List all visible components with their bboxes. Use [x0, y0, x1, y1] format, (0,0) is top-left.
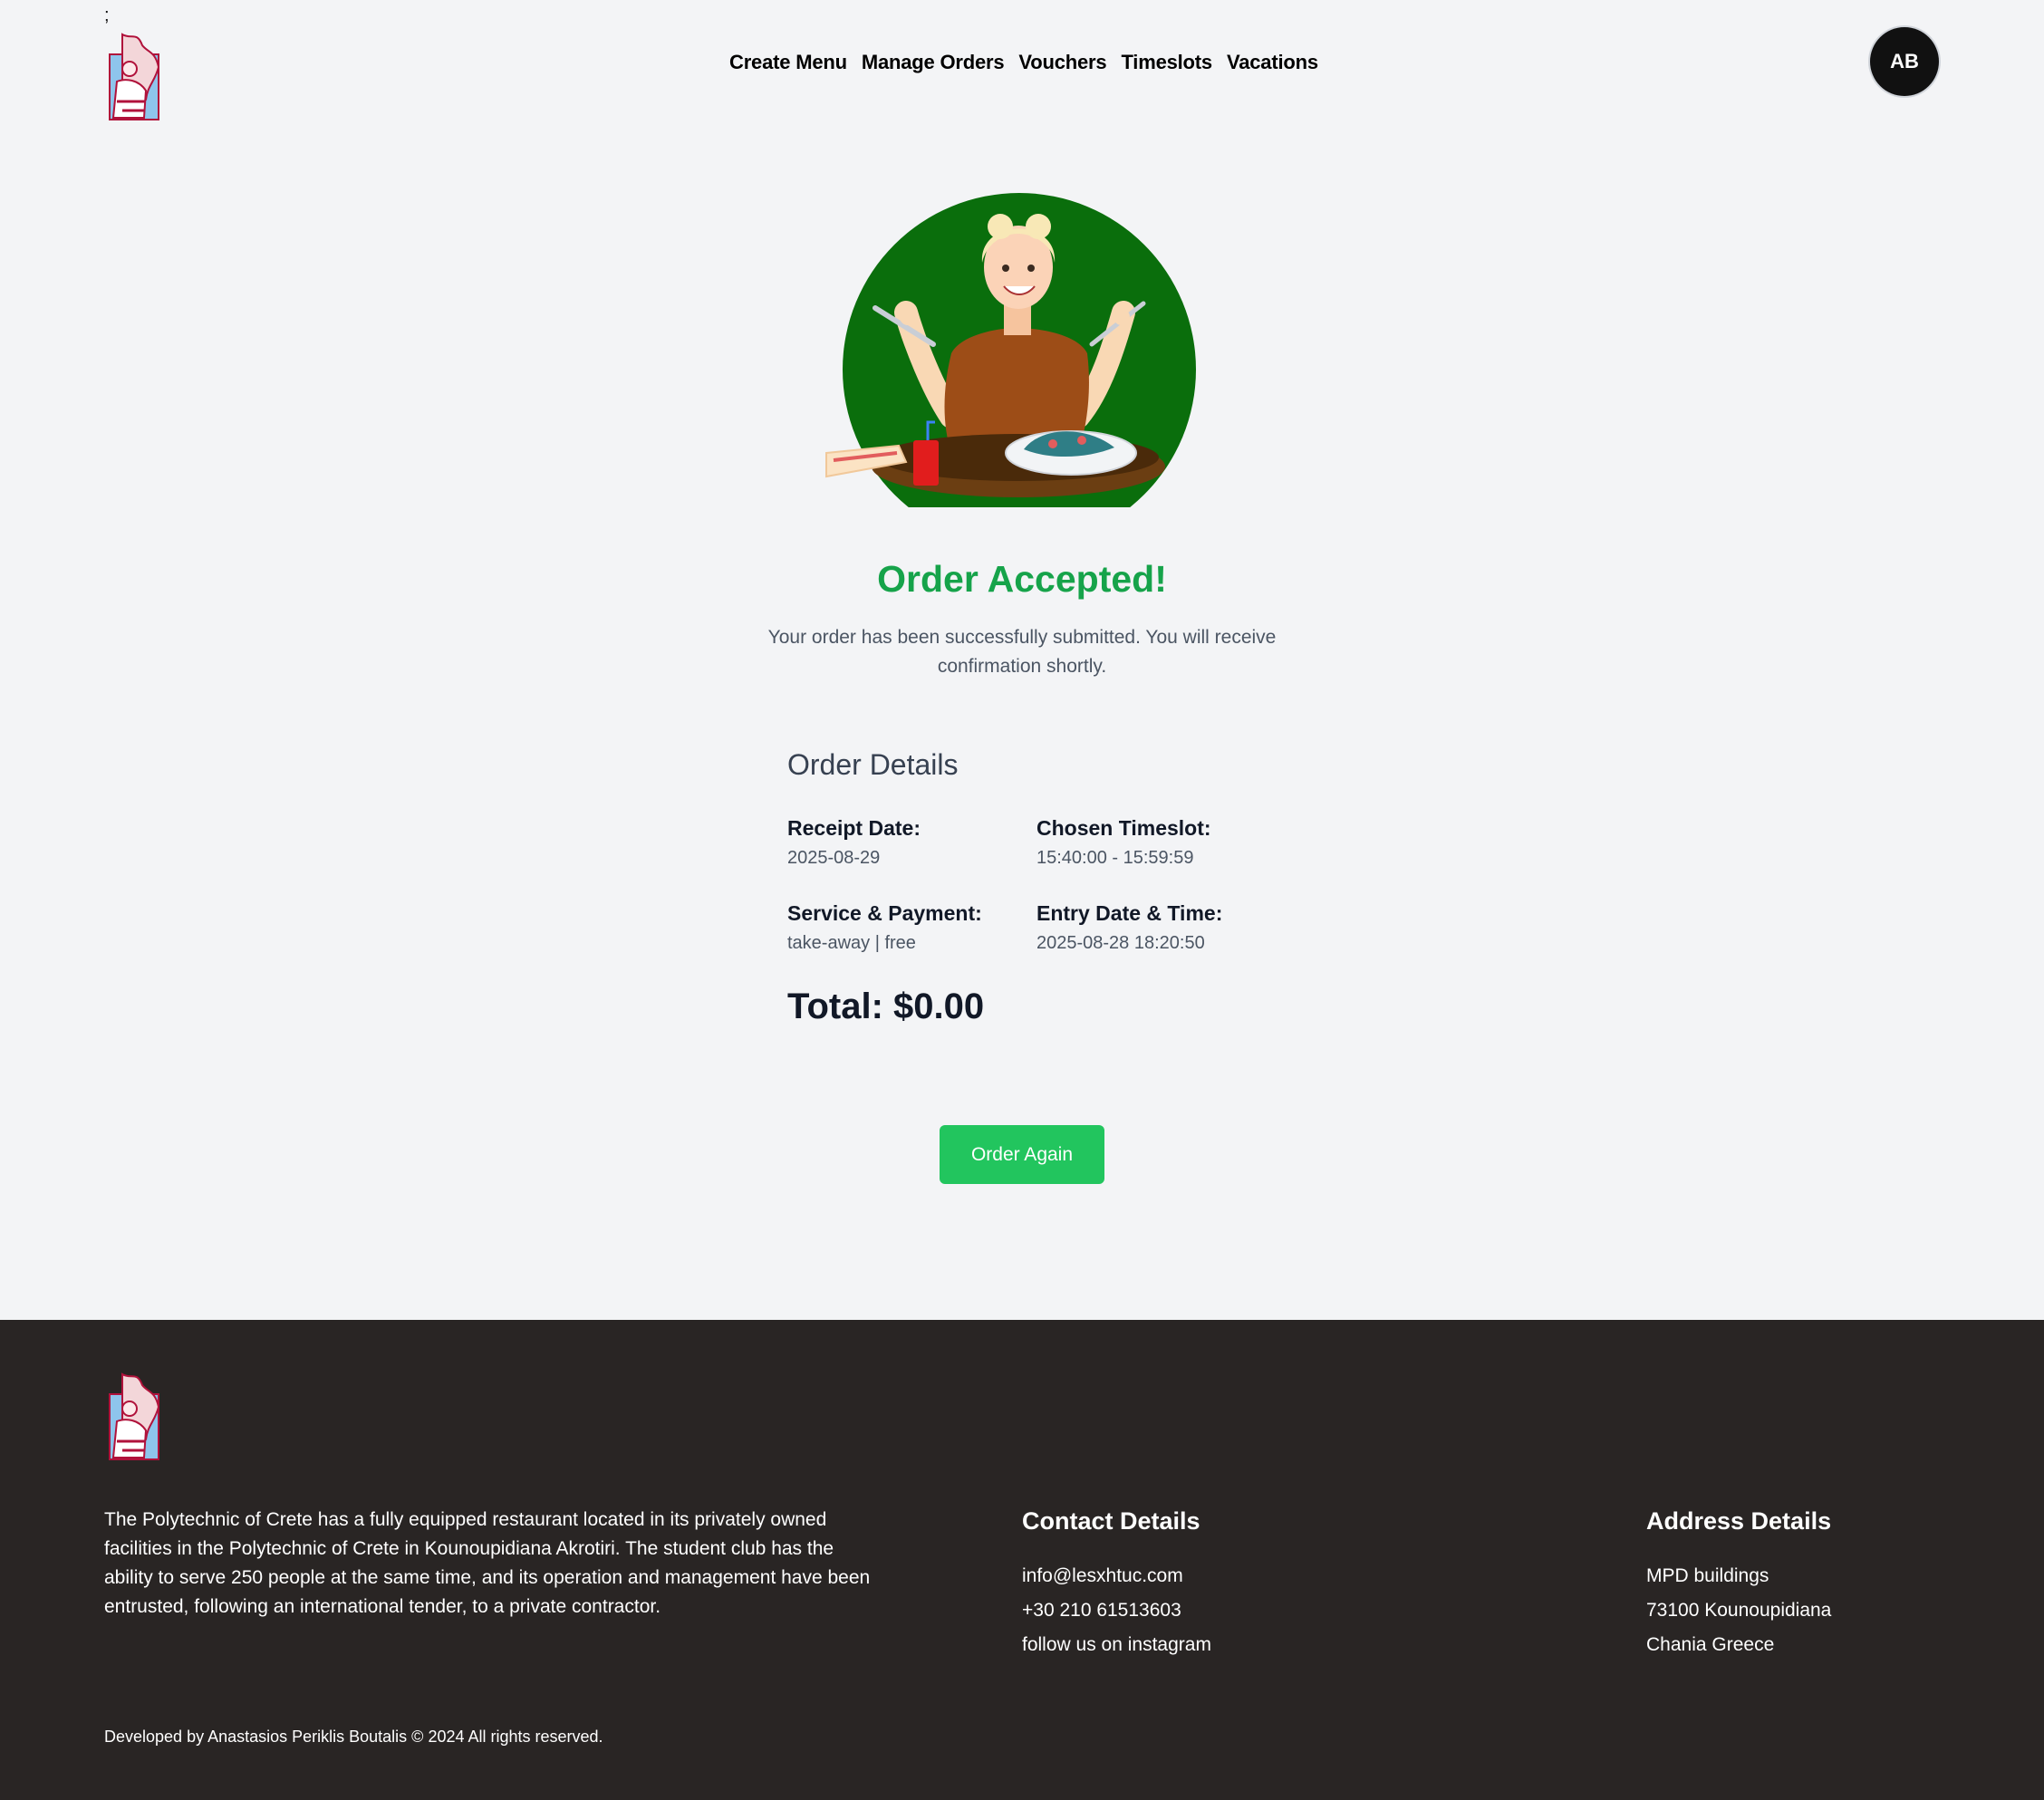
address-line-3: Chania Greece: [1646, 1634, 1775, 1655]
footer-university-logo[interactable]: [104, 1367, 168, 1467]
order-details: Order Details Receipt Date: 2025-08-29 C…: [787, 748, 1295, 1027]
service-payment-field: Service & Payment: take-away | free: [787, 901, 1036, 954]
order-accepted-message: Your order has been successfully submitt…: [767, 627, 1277, 677]
timeslot-field: Chosen Timeslot: 15:40:00 - 15:59:59: [1036, 816, 1286, 869]
contact-heading: Contact Details: [1022, 1507, 1200, 1535]
order-details-grid: Receipt Date: 2025-08-29 Chosen Timeslot…: [787, 816, 1295, 954]
order-accepted-title: Order Accepted!: [877, 558, 1167, 600]
contact-email-link[interactable]: info@lesxhtuc.com: [1022, 1559, 1211, 1593]
user-avatar[interactable]: AB: [1870, 27, 1939, 96]
address-details: Address Details MPD buildings 73100 Koun…: [1646, 1507, 1831, 1662]
entry-datetime-value: 2025-08-28 18:20:50: [1036, 933, 1205, 953]
contact-details: Contact Details info@lesxhtuc.com +30 21…: [1022, 1507, 1211, 1662]
entry-datetime-field: Entry Date & Time: 2025-08-28 18:20:50: [1036, 901, 1286, 954]
address-line-1: MPD buildings: [1646, 1565, 1769, 1586]
receipt-date-value: 2025-08-29: [787, 848, 881, 868]
entry-datetime-label: Entry Date & Time:: [1036, 901, 1223, 925]
top-bar: Create Menu Manage Orders Vouchers Times…: [0, 0, 2044, 136]
address-heading: Address Details: [1646, 1507, 1832, 1535]
contact-phone-link[interactable]: +30 210 61513603: [1022, 1593, 1211, 1628]
university-logo[interactable]: [104, 27, 168, 127]
receipt-date-label: Receipt Date:: [787, 816, 921, 840]
main-nav: Create Menu Manage Orders Vouchers Times…: [729, 51, 1318, 74]
nav-create-menu[interactable]: Create Menu: [729, 51, 847, 74]
order-total: Total: $0.00: [787, 987, 985, 1026]
timeslot-value: 15:40:00 - 15:59:59: [1036, 848, 1194, 868]
service-payment-label: Service & Payment:: [787, 901, 982, 925]
nav-vacations[interactable]: Vacations: [1227, 51, 1318, 74]
order-details-heading: Order Details: [787, 748, 959, 781]
order-again-button[interactable]: Order Again: [940, 1125, 1104, 1184]
service-payment-value: take-away | free: [787, 933, 916, 953]
receipt-date-field: Receipt Date: 2025-08-29: [787, 816, 1036, 869]
instagram-link[interactable]: follow us on instagram: [1022, 1628, 1211, 1662]
address-line-2: 73100 Kounoupidiana: [1646, 1600, 1832, 1621]
nav-manage-orders[interactable]: Manage Orders: [862, 51, 1005, 74]
timeslot-label: Chosen Timeslot:: [1036, 816, 1211, 840]
order-illustration: [815, 181, 1196, 546]
footer: The Polytechnic of Crete has a fully equ…: [0, 1320, 2044, 1800]
footer-about-text: The Polytechnic of Crete has a fully equ…: [104, 1509, 871, 1617]
copyright-text: Developed by Anastasios Periklis Boutali…: [104, 1728, 603, 1746]
nav-vouchers[interactable]: Vouchers: [1018, 51, 1106, 74]
nav-timeslots[interactable]: Timeslots: [1121, 51, 1212, 74]
